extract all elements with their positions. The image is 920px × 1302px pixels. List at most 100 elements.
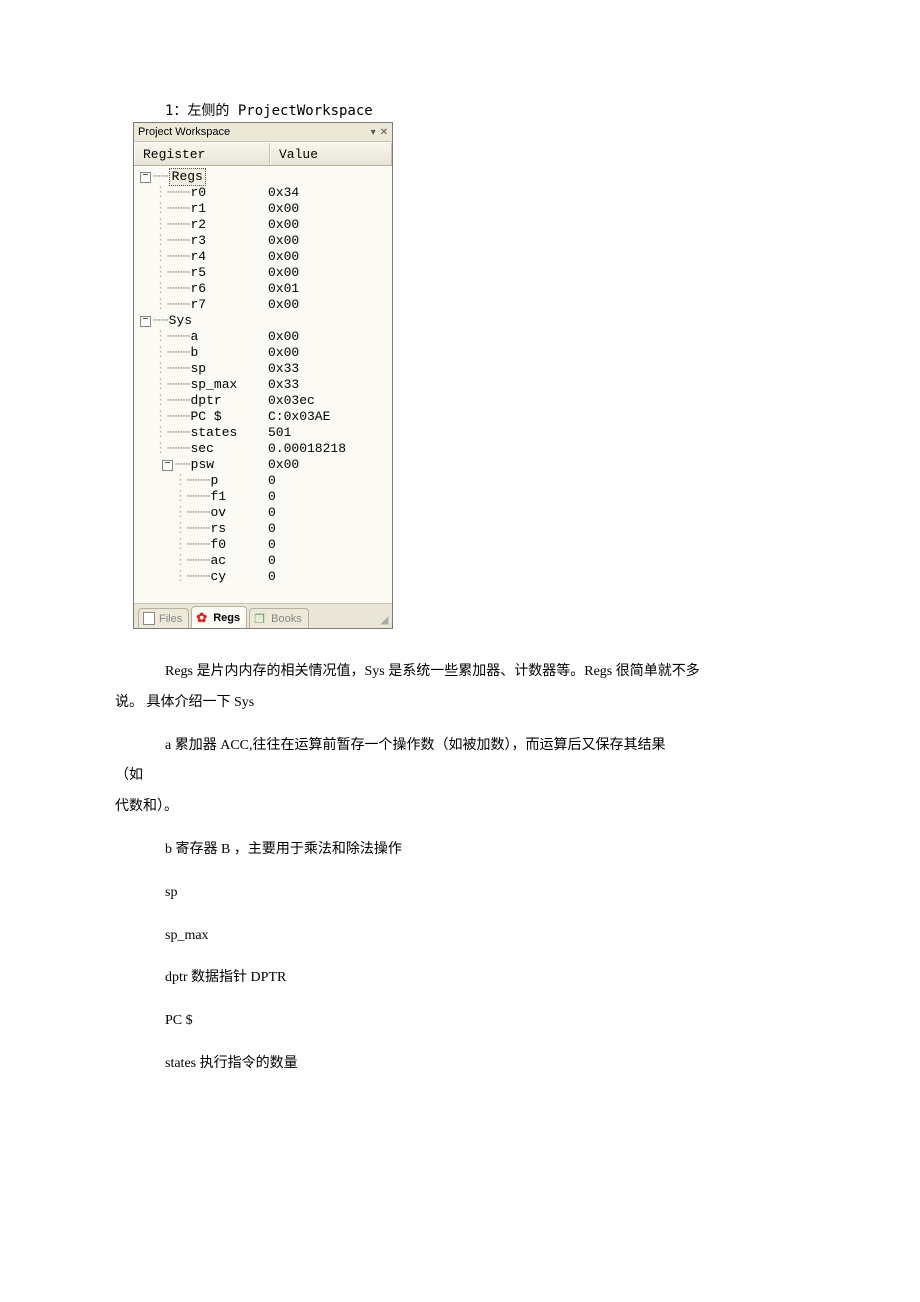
tree-row[interactable]: ⋮⋯⋯⋯p0 — [134, 473, 392, 489]
reg-name: sp_max — [190, 377, 237, 393]
close-icon[interactable]: ✕ — [380, 127, 388, 138]
dropdown-icon[interactable]: ▾ — [371, 127, 376, 138]
tab-files-label: Files — [159, 613, 182, 625]
reg-name: states — [190, 425, 237, 441]
tab-regs[interactable]: ✿ Regs — [191, 606, 247, 628]
group-regs-label: Regs — [169, 168, 206, 186]
reg-value: 0x34 — [268, 185, 392, 201]
tree-row[interactable]: ⋮⋯⋯⋯r30x00 — [134, 233, 392, 249]
reg-value: 0.00018218 — [268, 441, 392, 457]
reg-value: 0x00 — [268, 265, 392, 281]
collapse-icon[interactable]: − — [140, 316, 151, 327]
reg-name: dptr — [190, 393, 221, 409]
tree-row[interactable]: ⋮⋯⋯⋯r60x01 — [134, 281, 392, 297]
tree-row[interactable]: ⋮⋯⋯⋯cy0 — [134, 569, 392, 585]
reg-value: 0 — [268, 489, 392, 505]
tree-row[interactable]: ⋮⋯⋯⋯states501 — [134, 425, 392, 441]
collapse-icon[interactable]: − — [140, 172, 151, 183]
reg-name: r3 — [190, 233, 206, 249]
reg-name: r2 — [190, 217, 206, 233]
group-psw-label: psw — [191, 457, 214, 473]
reg-value: 0x00 — [268, 249, 392, 265]
tree-row[interactable]: ⋮⋯⋯⋯f00 — [134, 537, 392, 553]
reg-name: r0 — [190, 185, 206, 201]
reg-name: PC $ — [190, 409, 221, 425]
workspace-tabs: Files ✿ Regs ❐ Books ◢ — [134, 603, 392, 628]
reg-name: ac — [210, 553, 226, 569]
files-icon — [143, 612, 155, 625]
reg-value: 0x00 — [268, 329, 392, 345]
reg-name: p — [210, 473, 218, 489]
doc-text: sp_max — [165, 921, 805, 952]
reg-name: r1 — [190, 201, 206, 217]
tree-row[interactable]: ⋮⋯⋯⋯r00x34 — [134, 185, 392, 201]
tree-row[interactable]: ⋮⋯⋯⋯sp_max0x33 — [134, 377, 392, 393]
reg-name: sp — [190, 361, 206, 377]
reg-value: 501 — [268, 425, 392, 441]
tab-books[interactable]: ❐ Books — [249, 608, 309, 628]
reg-value: C:0x03AE — [268, 409, 392, 425]
reg-name: r7 — [190, 297, 206, 313]
reg-name: r4 — [190, 249, 206, 265]
tree-group-sys[interactable]: − ⋯⋯ Sys — [134, 313, 392, 329]
reg-value: 0 — [268, 537, 392, 553]
doc-text: sp — [165, 878, 805, 909]
tree-row[interactable]: ⋮⋯⋯⋯dptr0x03ec — [134, 393, 392, 409]
reg-value: 0x01 — [268, 281, 392, 297]
tree-row[interactable]: ⋮⋯⋯⋯r50x00 — [134, 265, 392, 281]
doc-text: Regs 是片内内存的相关情况值，Sys 是系统一些累加器、计数器等。Regs … — [165, 657, 805, 688]
books-icon: ❐ — [254, 613, 267, 625]
reg-name: sec — [190, 441, 213, 457]
tree-row[interactable]: ⋮⋯⋯⋯a0x00 — [134, 329, 392, 345]
caption-text: 1：左侧的 ProjectWorkspace — [165, 100, 805, 120]
reg-value: 0 — [268, 505, 392, 521]
reg-value: 0x00 — [268, 233, 392, 249]
reg-name: r5 — [190, 265, 206, 281]
register-tree: − ⋯⋯ Regs ⋮⋯⋯⋯r00x34⋮⋯⋯⋯r10x00⋮⋯⋯⋯r20x00… — [134, 166, 392, 603]
doc-text: （如 — [115, 761, 805, 792]
tree-row[interactable]: ⋮⋯⋯⋯f10 — [134, 489, 392, 505]
window-title: Project Workspace — [138, 126, 367, 138]
tree-row[interactable]: ⋮⋯⋯⋯r10x00 — [134, 201, 392, 217]
reg-value: 0 — [268, 473, 392, 489]
reg-value: 0x00 — [268, 345, 392, 361]
doc-text: dptr 数据指针 DPTR — [165, 963, 805, 994]
column-headers: Register Value — [134, 142, 392, 166]
header-value[interactable]: Value — [270, 143, 392, 165]
tree-row[interactable]: ⋮⋯⋯⋯ov0 — [134, 505, 392, 521]
reg-value: 0x33 — [268, 377, 392, 393]
tree-row[interactable]: ⋮⋯⋯⋯r40x00 — [134, 249, 392, 265]
reg-value: 0x00 — [268, 217, 392, 233]
reg-value: 0 — [268, 521, 392, 537]
reg-value: 0x00 — [268, 201, 392, 217]
tree-row[interactable]: ⋮⋯⋯⋯b0x00 — [134, 345, 392, 361]
collapse-icon[interactable]: − — [162, 460, 173, 471]
reg-value: 0 — [268, 553, 392, 569]
tree-group-psw[interactable]: − ⋯⋯ psw 0x00 — [134, 457, 392, 473]
reg-name: f0 — [210, 537, 226, 553]
tab-files[interactable]: Files — [138, 608, 189, 628]
doc-text: b 寄存器 B ，主要用于乘法和除法操作 — [165, 835, 805, 866]
tree-row[interactable]: ⋮⋯⋯⋯rs0 — [134, 521, 392, 537]
tree-row[interactable]: ⋮⋯⋯⋯PC $C:0x03AE — [134, 409, 392, 425]
tree-row[interactable]: ⋮⋯⋯⋯ac0 — [134, 553, 392, 569]
doc-text: 说。 具体介绍一下 Sys — [115, 688, 805, 719]
window-titlebar: Project Workspace ▾ ✕ — [134, 123, 392, 142]
resize-grip-icon[interactable]: ◢ — [380, 616, 390, 626]
doc-text: states 执行指令的数量 — [165, 1049, 805, 1080]
tree-row[interactable]: ⋮⋯⋯⋯sp0x33 — [134, 361, 392, 377]
tree-group-regs[interactable]: − ⋯⋯ Regs — [134, 169, 392, 185]
reg-value: 0x00 — [268, 297, 392, 313]
doc-text: 代数和）。 — [115, 792, 805, 823]
reg-name: rs — [210, 521, 226, 537]
reg-name: cy — [210, 569, 226, 585]
regs-icon: ✿ — [196, 612, 209, 624]
reg-name: ov — [210, 505, 226, 521]
tree-row[interactable]: ⋮⋯⋯⋯r20x00 — [134, 217, 392, 233]
tree-row[interactable]: ⋮⋯⋯⋯sec0.00018218 — [134, 441, 392, 457]
project-workspace-window: Project Workspace ▾ ✕ Register Value − ⋯… — [133, 122, 393, 629]
tree-row[interactable]: ⋮⋯⋯⋯r70x00 — [134, 297, 392, 313]
reg-value: 0x03ec — [268, 393, 392, 409]
doc-text: a 累加器 ACC,往往在运算前暂存一个操作数（如被加数），而运算后又保存其结果 — [165, 731, 805, 762]
header-register[interactable]: Register — [134, 143, 270, 165]
